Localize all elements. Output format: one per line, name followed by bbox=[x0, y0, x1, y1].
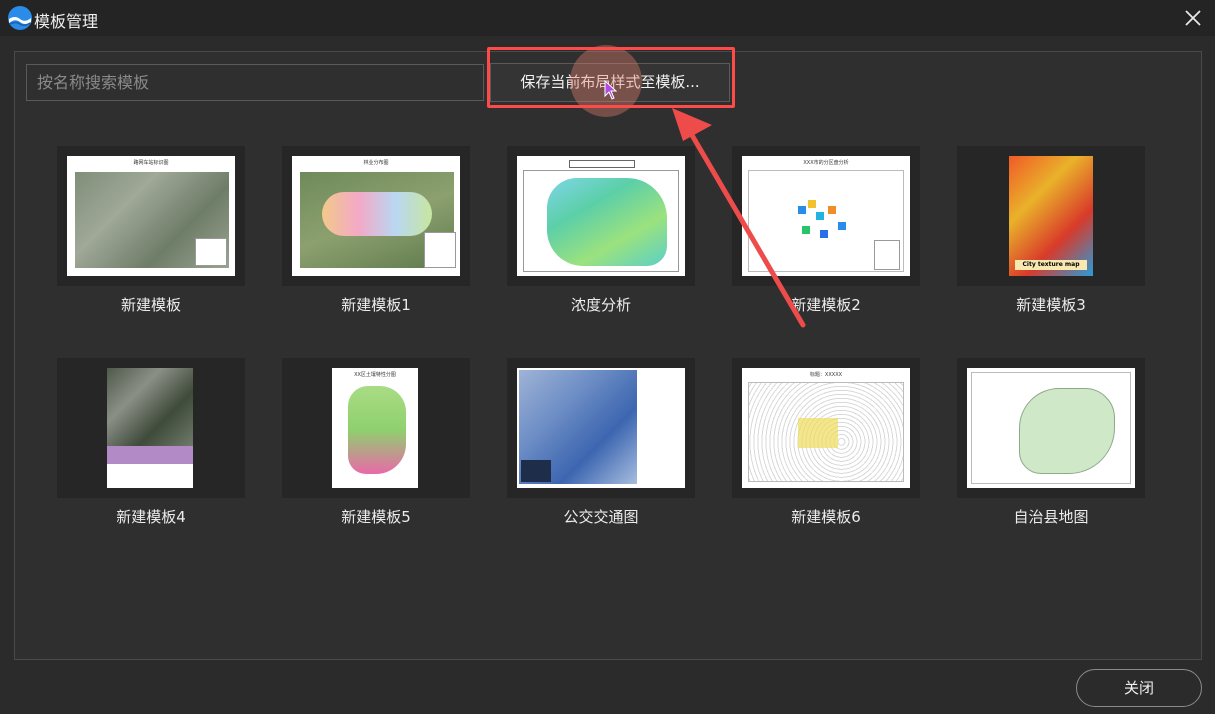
template-thumbnail bbox=[107, 368, 193, 488]
template-card-5[interactable]: 新建模板4 bbox=[57, 358, 245, 526]
template-thumbnail: 林业分布图 bbox=[292, 156, 460, 276]
title-bar: 模板管理 bbox=[0, 0, 1215, 36]
template-name: 自治县地图 bbox=[1013, 508, 1089, 526]
template-name: 新建模板2 bbox=[791, 296, 861, 314]
template-card-7[interactable]: 公交交通图 bbox=[507, 358, 695, 526]
template-thumbnail bbox=[517, 368, 685, 488]
template-card-3[interactable]: XXX市的分区盘分析 新建模板2 bbox=[732, 146, 920, 314]
app-logo-icon bbox=[8, 6, 32, 30]
template-name: 新建模板4 bbox=[116, 508, 186, 526]
template-name: 公交交通图 bbox=[563, 508, 639, 526]
thumbnail-title: 标题：XXXXX bbox=[809, 372, 843, 378]
template-thumbnail: 路网车站标识图 bbox=[67, 156, 235, 276]
cursor-icon bbox=[604, 80, 618, 100]
thumbnail-title: City texture map bbox=[1015, 260, 1087, 270]
template-card-0[interactable]: 路网车站标识图 新建模板 bbox=[57, 146, 245, 314]
template-name: 新建模板 bbox=[120, 296, 181, 314]
template-thumbnail: 标题：XXXXX bbox=[742, 368, 910, 488]
template-thumbnail bbox=[517, 156, 685, 276]
template-name: 新建模板1 bbox=[341, 296, 411, 314]
template-card-2[interactable]: 浓度分析 bbox=[507, 146, 695, 314]
thumbnail-title: XX区土壤特性分图 bbox=[354, 372, 396, 378]
template-card-6[interactable]: XX区土壤特性分图 新建模板5 bbox=[282, 358, 470, 526]
template-card-8[interactable]: 标题：XXXXX 新建模板6 bbox=[732, 358, 920, 526]
search-input[interactable] bbox=[26, 64, 484, 101]
template-card-4[interactable]: City texture map 新建模板3 bbox=[957, 146, 1145, 314]
template-thumbnail: XX区土壤特性分图 bbox=[332, 368, 418, 488]
template-name: 新建模板6 bbox=[791, 508, 861, 526]
window-title: 模板管理 bbox=[34, 12, 99, 31]
close-icon[interactable] bbox=[1181, 6, 1205, 30]
template-thumbnail bbox=[967, 368, 1135, 488]
template-name: 浓度分析 bbox=[570, 296, 631, 314]
template-thumbnail: XXX市的分区盘分析 bbox=[742, 156, 910, 276]
thumbnail-title: 路网车站标识图 bbox=[133, 160, 169, 166]
template-card-9[interactable]: 自治县地图 bbox=[957, 358, 1145, 526]
thumbnail-title: 林业分布图 bbox=[363, 160, 389, 166]
close-button[interactable]: 关闭 bbox=[1076, 669, 1202, 707]
thumbnail-title: XXX市的分区盘分析 bbox=[803, 160, 849, 166]
template-name: 新建模板3 bbox=[1016, 296, 1086, 314]
template-thumbnail: City texture map bbox=[1009, 156, 1093, 276]
template-name: 新建模板5 bbox=[341, 508, 411, 526]
template-panel bbox=[14, 51, 1202, 660]
template-card-1[interactable]: 林业分布图 新建模板1 bbox=[282, 146, 470, 314]
